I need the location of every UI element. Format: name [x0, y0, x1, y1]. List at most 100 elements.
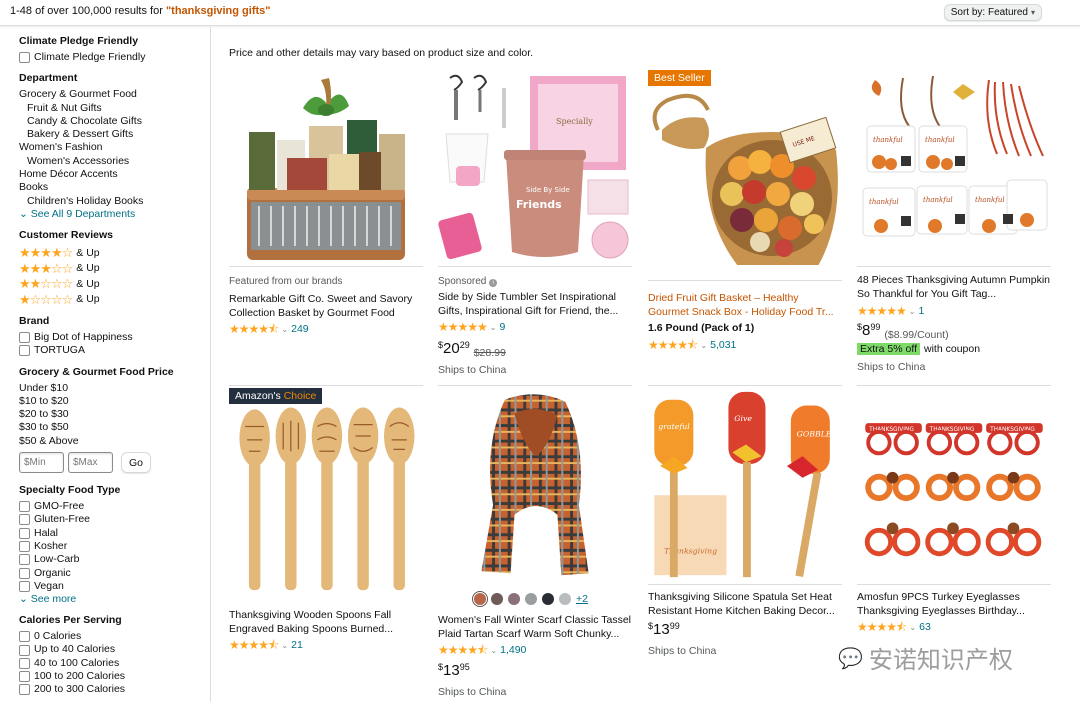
- checkbox[interactable]: [19, 541, 30, 553]
- checkbox[interactable]: [19, 52, 30, 64]
- review-filter-4-stars[interactable]: ★★★★☆ & Up: [19, 245, 210, 261]
- product-title[interactable]: Dried Fruit Gift Basket – Healthy Gourme…: [648, 291, 842, 319]
- specialty-filter[interactable]: Gluten-Free: [19, 513, 210, 526]
- go-button[interactable]: Go: [121, 452, 151, 474]
- department-item[interactable]: Home Décor Accents: [19, 168, 210, 181]
- checkbox[interactable]: [19, 554, 30, 566]
- department-item[interactable]: Grocery & Gourmet Food: [19, 88, 210, 101]
- checkbox[interactable]: [19, 527, 30, 539]
- specialty-filter[interactable]: Halal: [19, 527, 210, 540]
- sort-dropdown[interactable]: Sort by: Featured ▾: [943, 4, 1042, 21]
- checkbox[interactable]: [19, 501, 30, 513]
- product-title[interactable]: Side by Side Tumbler Set Inspirational G…: [438, 290, 632, 318]
- swatch-brown[interactable]: [491, 593, 503, 605]
- climate-pledge-filter[interactable]: Climate Pledge Friendly: [19, 51, 210, 64]
- product-title[interactable]: Remarkable Gift Co. Sweet and Savory Col…: [229, 292, 423, 320]
- min-price-input[interactable]: $Min: [19, 452, 64, 474]
- department-item[interactable]: Books: [19, 181, 210, 194]
- max-price-input[interactable]: $Max: [68, 452, 113, 474]
- product-image-turkey-eyeglasses[interactable]: THANKSGIVING: [857, 388, 1051, 583]
- product-price[interactable]: $13 99: [648, 621, 680, 639]
- brand-filter[interactable]: Big Dot of Happiness: [19, 331, 210, 344]
- chevron-down-icon: ▾: [1030, 8, 1035, 17]
- specialty-filter[interactable]: GMO-Free: [19, 500, 210, 513]
- calories-filter-label: 40 to 100 Calories: [34, 656, 120, 669]
- department-item[interactable]: Fruit & Nut Gifts: [19, 102, 210, 115]
- checkbox[interactable]: [19, 345, 30, 357]
- review-count[interactable]: 5,031: [710, 339, 736, 351]
- review-count[interactable]: 249: [291, 323, 309, 335]
- review-filter-2-stars[interactable]: ★★☆☆☆ & Up: [19, 276, 210, 292]
- price-range-link[interactable]: $30 to $50: [19, 421, 210, 434]
- brand-filter[interactable]: TORTUGA: [19, 344, 210, 357]
- swatch-light-gray[interactable]: [559, 593, 571, 605]
- review-filter-3-stars[interactable]: ★★★☆☆ & Up: [19, 260, 210, 276]
- department-item[interactable]: Children's Holiday Books: [19, 195, 210, 208]
- checkbox[interactable]: [19, 657, 30, 669]
- department-item[interactable]: Women's Accessories: [19, 155, 210, 168]
- product-image-plaid-scarf[interactable]: [438, 388, 632, 583]
- price-range-link[interactable]: $20 to $30: [19, 408, 210, 421]
- checkbox[interactable]: [19, 514, 30, 526]
- department-item[interactable]: Candy & Chocolate Gifts: [19, 115, 210, 128]
- product-image-tumbler-set[interactable]: Specially Side By Side Friends: [438, 70, 632, 265]
- product-image-wooden-spoons[interactable]: [229, 398, 423, 593]
- price-range-link[interactable]: Under $10: [19, 382, 210, 395]
- price-range-link[interactable]: $50 & Above: [19, 435, 210, 448]
- product-title[interactable]: Amosfun 9PCS Turkey Eyeglasses Thanksgiv…: [857, 590, 1051, 618]
- see-more-link[interactable]: ⌄ See more: [19, 593, 210, 606]
- product-title[interactable]: Thanksgiving Wooden Spoons Fall Engraved…: [229, 608, 423, 636]
- calories-filter[interactable]: 0 Calories: [19, 630, 210, 643]
- review-count[interactable]: 63: [919, 621, 931, 633]
- product-title[interactable]: Women's Fall Winter Scarf Classic Tassel…: [438, 613, 632, 641]
- department-item[interactable]: Women's Fashion: [19, 141, 210, 154]
- calories-filter[interactable]: 200 to 300 Calories: [19, 683, 210, 696]
- info-icon[interactable]: i: [489, 279, 498, 287]
- coupon[interactable]: Extra 5% off with coupon: [857, 343, 980, 355]
- product-title[interactable]: 48 Pieces Thanksgiving Autumn Pumpkin So…: [857, 273, 1051, 301]
- specialty-filter[interactable]: Low-Carb: [19, 553, 210, 566]
- checkbox[interactable]: [19, 631, 30, 643]
- swatch-mauve[interactable]: [508, 593, 520, 605]
- swatch-rust[interactable]: [472, 591, 488, 607]
- checkbox[interactable]: [19, 684, 30, 696]
- checkbox[interactable]: [19, 332, 30, 344]
- review-count[interactable]: 1,490: [500, 644, 526, 656]
- product-price[interactable]: $8 99 ($8.99/Count): [857, 322, 949, 344]
- department-item[interactable]: Bakery & Dessert Gifts: [19, 128, 210, 141]
- checkbox[interactable]: [19, 644, 30, 656]
- product-rating[interactable]: ★★★★⯪ ⌄ 21: [229, 638, 303, 652]
- more-colors-link[interactable]: +2: [576, 593, 588, 605]
- product-rating[interactable]: ★★★★⯪ ⌄ 1,490: [438, 643, 526, 657]
- calories-filter[interactable]: Up to 40 Calories: [19, 643, 210, 656]
- product-image-gift-tags[interactable]: thankful thankful thankful thankful thankful: [857, 70, 1051, 265]
- product-title[interactable]: Thanksgiving Silicone Spatula Set Heat R…: [648, 590, 842, 618]
- product-image-silicone-spatulas[interactable]: Thanksgiving gratefulGiveGOBBLE: [648, 388, 842, 583]
- swatch-gray[interactable]: [525, 593, 537, 605]
- product-rating[interactable]: ★★★★★ ⌄ 1: [857, 304, 924, 318]
- specialty-filter[interactable]: Organic: [19, 567, 210, 580]
- product-rating[interactable]: ★★★★⯪ ⌄ 249: [229, 322, 309, 336]
- product-image-dried-fruit-basket[interactable]: USE ME: [648, 70, 842, 265]
- product-price[interactable]: $13 95: [438, 662, 470, 680]
- checkbox[interactable]: [19, 580, 30, 592]
- product-price[interactable]: $20 29 $28.99: [438, 340, 506, 362]
- calories-filter[interactable]: 40 to 100 Calories: [19, 657, 210, 670]
- checkbox[interactable]: [19, 671, 30, 683]
- see-all-departments-link[interactable]: ⌄ See All 9 Departments: [19, 208, 210, 221]
- price-range-link[interactable]: $10 to $20: [19, 395, 210, 408]
- review-count[interactable]: 1: [919, 305, 925, 317]
- product-image-gift-basket[interactable]: [229, 70, 423, 265]
- chevron-down-icon: ⌄: [909, 622, 917, 632]
- specialty-filter[interactable]: Vegan: [19, 580, 210, 593]
- checkbox[interactable]: [19, 567, 30, 579]
- product-rating[interactable]: ★★★★⯪ ⌄ 63: [857, 620, 931, 634]
- review-filter-1-stars[interactable]: ★☆☆☆☆ & Up: [19, 291, 210, 307]
- review-count[interactable]: 21: [291, 639, 303, 651]
- calories-filter[interactable]: 100 to 200 Calories: [19, 670, 210, 683]
- product-rating[interactable]: ★★★★⯪ ⌄ 5,031: [648, 338, 736, 352]
- swatch-black[interactable]: [542, 593, 554, 605]
- specialty-filter[interactable]: Kosher: [19, 540, 210, 553]
- review-count[interactable]: 9: [500, 321, 506, 333]
- product-rating[interactable]: ★★★★★ ⌄ 9: [438, 320, 505, 334]
